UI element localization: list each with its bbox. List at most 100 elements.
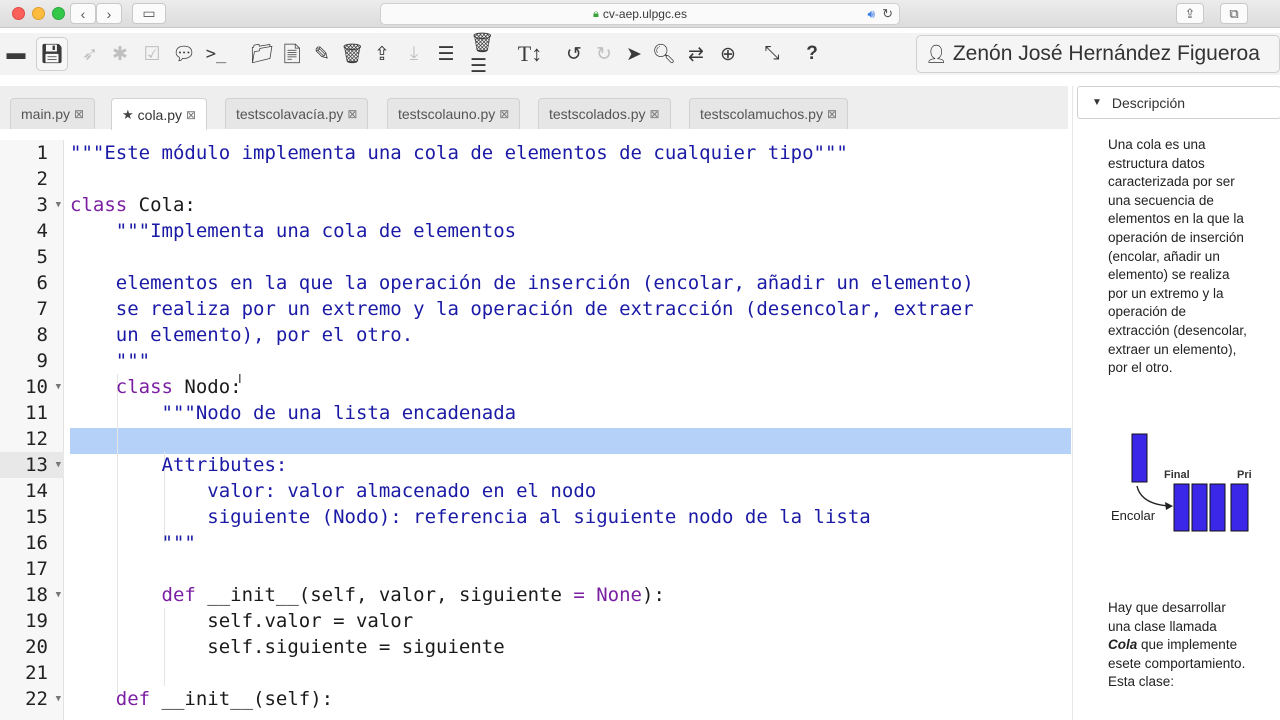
code-text: ): [642, 584, 665, 606]
close-window-button[interactable] [12, 7, 25, 20]
fold-arrow-icon[interactable]: ▼ [56, 582, 61, 608]
tab-main-py[interactable]: main.py ⊠ [10, 98, 96, 129]
description-text: Hay que desarrollar una clase llamada [1108, 600, 1226, 634]
close-tab-icon[interactable]: ⊠ [347, 107, 357, 121]
tabs-overview-button[interactable]: ⧉ [1220, 3, 1248, 24]
speaker-icon[interactable]: 🔊︎ [867, 7, 875, 22]
share-button[interactable]: ⇪ [1176, 3, 1204, 24]
user-button[interactable]: 👤︎ Zenón José Hernández Figueroa [916, 35, 1280, 73]
close-tab-icon[interactable]: ⊠ [499, 107, 509, 121]
code-line-13: Attributes: [70, 454, 288, 476]
line-number: 11 [25, 402, 48, 424]
floppy-icon: 💾︎ [39, 44, 65, 65]
folder-icon: 📁︎ [249, 44, 275, 65]
queue-block [1230, 483, 1249, 532]
line-number: 9 [36, 350, 48, 372]
line-number-text: 22 [25, 688, 48, 710]
goto-line-button[interactable]: ➤ [618, 37, 650, 71]
zoom-button[interactable]: ⊕ [712, 37, 744, 71]
text-height-icon: T↕ [517, 41, 543, 66]
arrow-head-icon [1165, 502, 1173, 510]
comments-button[interactable]: 💬︎ [168, 37, 200, 71]
find-button[interactable]: 🔍︎ [648, 37, 680, 71]
line-number-current: 13 ▼ [0, 452, 64, 478]
keyword: class [70, 194, 128, 216]
code-line-3: class Cola: [70, 192, 196, 218]
description-toggle[interactable]: ▼ Descripción [1077, 86, 1280, 119]
tab-cola-py[interactable]: ★ cola.py ⊠ [111, 98, 208, 130]
code-line-22: def __init__(self): [70, 686, 333, 712]
address-bar[interactable]: 🔒︎ cv-aep.ulpgc.es 🔊︎ ↻ [380, 3, 900, 25]
line-number: 19 [25, 610, 48, 632]
back-button[interactable]: ‹ [70, 3, 96, 24]
save-button[interactable]: 💾︎ [36, 37, 68, 71]
font-size-button[interactable]: T↕ [514, 37, 546, 71]
minus-square-icon: ▬ [6, 43, 26, 64]
minimize-window-button[interactable] [32, 7, 45, 20]
fold-arrow-icon[interactable]: ▼ [56, 374, 61, 400]
keyword: def [70, 688, 151, 710]
delete-list-button[interactable]: 🗑︎☰ [470, 33, 510, 77]
delete-button[interactable]: 🗑︎ [336, 37, 368, 71]
fold-arrow-icon[interactable]: ▼ [56, 192, 61, 218]
rename-button[interactable]: ✎ [306, 37, 338, 71]
browser-titlebar: ‹ › ▭ 🔒︎ cv-aep.ulpgc.es 🔊︎ ↻ ⇪ ⧉ [0, 0, 1280, 28]
replace-button[interactable]: ⇄ [680, 37, 712, 71]
evaluate-button[interactable]: ☑ [136, 37, 168, 71]
fold-arrow-icon[interactable]: ▼ [56, 452, 61, 478]
code-line-14: valor: valor almacenado en el nodo [70, 480, 597, 502]
line-number: 12 [25, 428, 48, 450]
code-editor[interactable]: """Este módulo implementa una cola de el… [64, 140, 1071, 720]
tab-testscolauno-py[interactable]: testscolauno.py ⊠ [387, 98, 521, 129]
text-cursor-icon: I [238, 371, 242, 386]
undo-button[interactable]: ↺ [558, 37, 590, 71]
close-tab-icon[interactable]: ⊠ [650, 107, 660, 121]
download-button[interactable]: ⤓ [398, 37, 430, 71]
zoom-window-button[interactable] [52, 7, 65, 20]
new-file-button[interactable]: 📄︎ [276, 37, 308, 71]
code-line-6: elementos en la que la operación de inse… [70, 272, 974, 294]
upload-icon: ⇪ [374, 43, 390, 65]
undo-icon: ↺ [566, 43, 582, 65]
tab-testscolados-py[interactable]: testscolados.py ⊠ [538, 98, 671, 129]
code-line-4: """Implementa una cola de elementos [70, 220, 517, 242]
close-tab-icon[interactable]: ⊠ [74, 107, 84, 121]
console-button[interactable]: >_ [200, 37, 232, 71]
code-line-1: """Este módulo implementa una cola de el… [70, 142, 848, 164]
line-number-text: 10 [25, 376, 48, 398]
minus-button[interactable]: ▬ [0, 37, 32, 71]
chevron-left-icon: ‹ [80, 5, 86, 22]
line-number: 1 [36, 142, 48, 164]
rocket-icon: ➶ [82, 43, 98, 65]
help-button[interactable]: ? [796, 37, 828, 71]
sidebar-toggle-button[interactable]: ▭ [132, 3, 166, 24]
redo-button[interactable]: ↻ [588, 37, 620, 71]
run-button[interactable]: ➶ [74, 37, 106, 71]
line-number: 7 [36, 298, 48, 320]
upload-button[interactable]: ⇪ [366, 37, 398, 71]
forward-button[interactable]: › [96, 3, 122, 24]
tab-testscolavacia-py[interactable]: testscolavacía.py ⊠ [225, 98, 369, 129]
line-number: 3 ▼ [0, 192, 64, 218]
tab-testscolamuchos-py[interactable]: testscolamuchos.py ⊠ [689, 98, 849, 129]
share-icon: ⇪ [1184, 5, 1196, 21]
line-number: 10 ▼ [0, 374, 64, 400]
close-tab-icon[interactable]: ⊠ [827, 107, 837, 121]
reload-icon[interactable]: ↻ [882, 6, 893, 22]
location-arrow-icon: ➤ [626, 43, 642, 65]
fold-arrow-icon[interactable]: ▼ [56, 686, 61, 712]
tab-label: testscolauno.py [398, 106, 496, 122]
trash-icon: 🗑︎ [339, 44, 365, 65]
debug-button[interactable]: ✱ [104, 37, 136, 71]
close-tab-icon[interactable]: ⊠ [186, 108, 196, 122]
code-line-11: """Nodo de una lista encadenada [70, 402, 517, 424]
tab-label: testscolamuchos.py [700, 106, 823, 122]
open-folder-button[interactable]: 📁︎ [246, 37, 278, 71]
line-number: 8 [36, 324, 48, 346]
line-number: 2 [36, 168, 48, 190]
compress-button[interactable]: ⤡ [756, 37, 788, 71]
tab-label: testscolavacía.py [236, 106, 344, 122]
redo-icon: ↻ [596, 43, 612, 65]
list-button[interactable]: ☰ [430, 37, 462, 71]
line-number: 18 ▼ [0, 582, 64, 608]
